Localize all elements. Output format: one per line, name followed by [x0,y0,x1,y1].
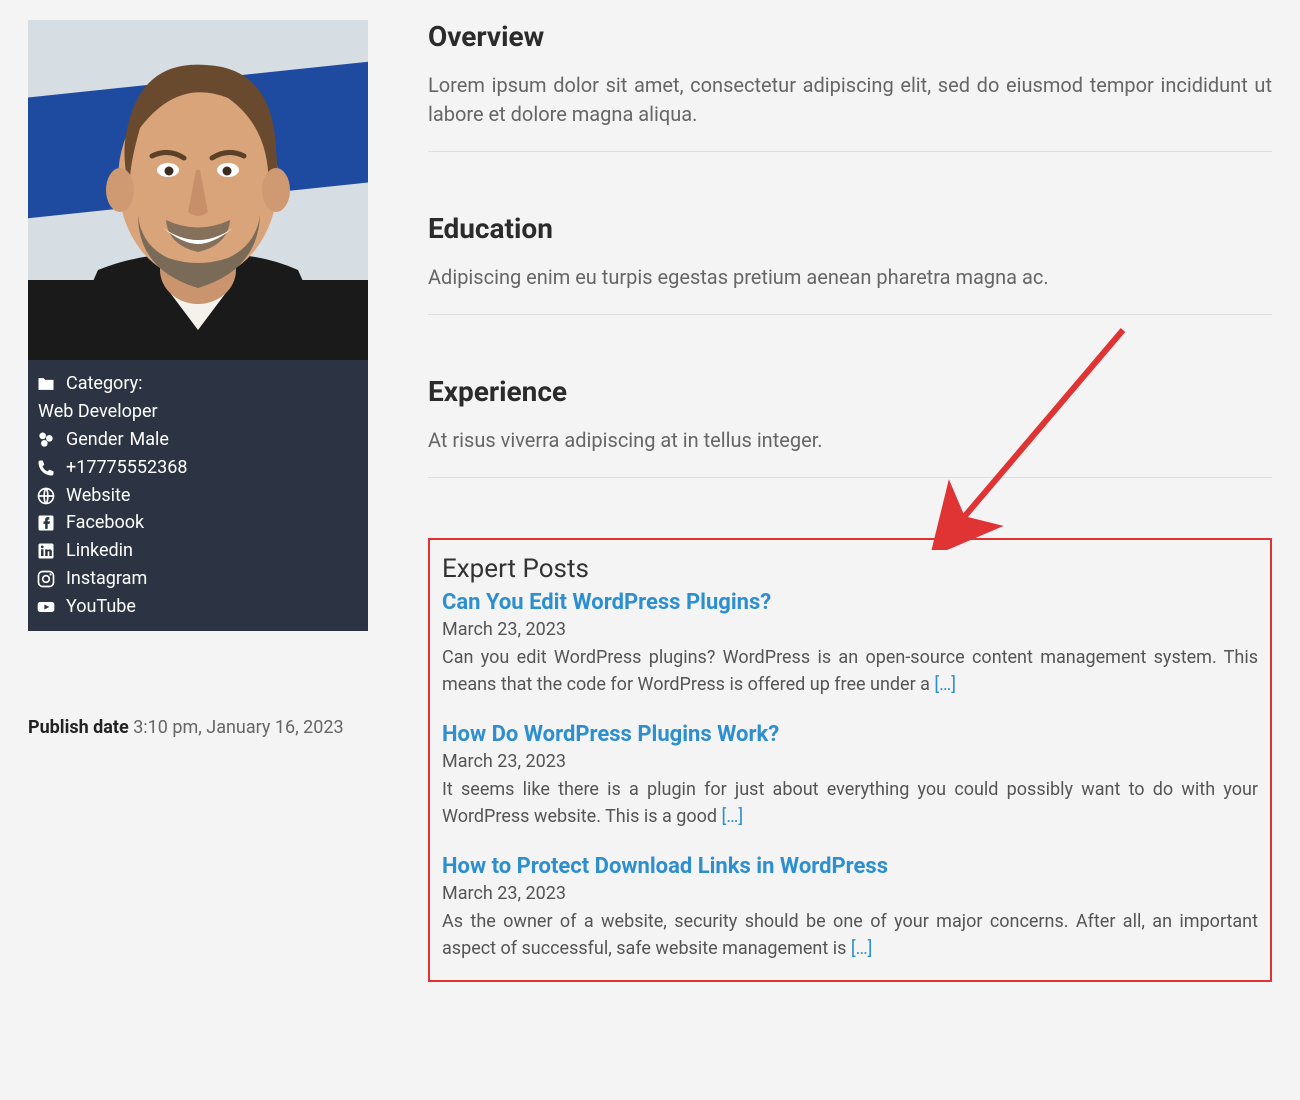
profile-photo [28,20,368,360]
experience-body: At risus viverra adipiscing at in tellus… [428,426,1272,455]
gender-value: Male [130,426,169,454]
post-item: How to Protect Download Links in WordPre… [442,854,1258,962]
publish-value: 3:10 pm, January 16, 2023 [133,717,343,738]
read-more-link[interactable]: […] [851,938,873,959]
post-date: March 23, 2023 [442,751,1258,772]
divider [428,314,1272,315]
category-label: Category: [66,370,142,398]
post-item: How Do WordPress Plugins Work? March 23,… [442,722,1258,830]
post-excerpt: Can you edit WordPress plugins? WordPres… [442,644,1258,698]
instagram-icon [36,569,56,589]
post-excerpt: As the owner of a website, security shou… [442,908,1258,962]
category-value: Web Developer [38,398,360,426]
website-link-text: Website [66,482,130,510]
facebook-icon [36,513,56,533]
phone-value: +17775552368 [66,454,188,482]
publish-label: Publish date [28,717,129,738]
overview-heading: Overview [428,20,1272,53]
overview-body: Lorem ipsum dolor sit amet, consectetur … [428,71,1272,129]
post-date: March 23, 2023 [442,619,1258,640]
meta-facebook[interactable]: Facebook [36,509,360,537]
meta-linkedin[interactable]: Linkedin [36,537,360,565]
education-body: Adipiscing enim eu turpis egestas pretiu… [428,263,1272,292]
meta-instagram[interactable]: Instagram [36,565,360,593]
read-more-link[interactable]: […] [722,806,744,827]
divider [428,477,1272,478]
folder-icon [36,374,56,394]
phone-icon [36,458,56,478]
meta-youtube[interactable]: YouTube [36,593,360,621]
profile-meta-box: Category: Web Developer Gender Male +177… [28,360,368,631]
read-more-link[interactable]: […] [934,674,956,695]
linkedin-icon [36,541,56,561]
youtube-link-text: YouTube [66,593,136,621]
meta-gender: Gender Male [36,426,360,454]
gender-label: Gender [66,426,124,454]
meta-website[interactable]: Website [36,482,360,510]
publish-date: Publish date 3:10 pm, January 16, 2023 [28,717,368,738]
post-excerpt: It seems like there is a plugin for just… [442,776,1258,830]
expert-posts-heading: Expert Posts [442,554,1258,584]
instagram-link-text: Instagram [66,565,147,593]
meta-category: Category: [36,370,360,398]
post-date: March 23, 2023 [442,883,1258,904]
expert-posts-box: Expert Posts Can You Edit WordPress Plug… [428,538,1272,982]
linkedin-link-text: Linkedin [66,537,133,565]
user-icon [36,430,56,450]
youtube-icon [36,597,56,617]
post-item: Can You Edit WordPress Plugins? March 23… [442,590,1258,698]
experience-heading: Experience [428,375,1272,408]
globe-icon [36,486,56,506]
meta-phone: +17775552368 [36,454,360,482]
divider [428,151,1272,152]
post-title-link[interactable]: How to Protect Download Links in WordPre… [442,854,1258,879]
facebook-link-text: Facebook [66,509,144,537]
post-title-link[interactable]: How Do WordPress Plugins Work? [442,722,1258,747]
education-heading: Education [428,212,1272,245]
post-title-link[interactable]: Can You Edit WordPress Plugins? [442,590,1258,615]
